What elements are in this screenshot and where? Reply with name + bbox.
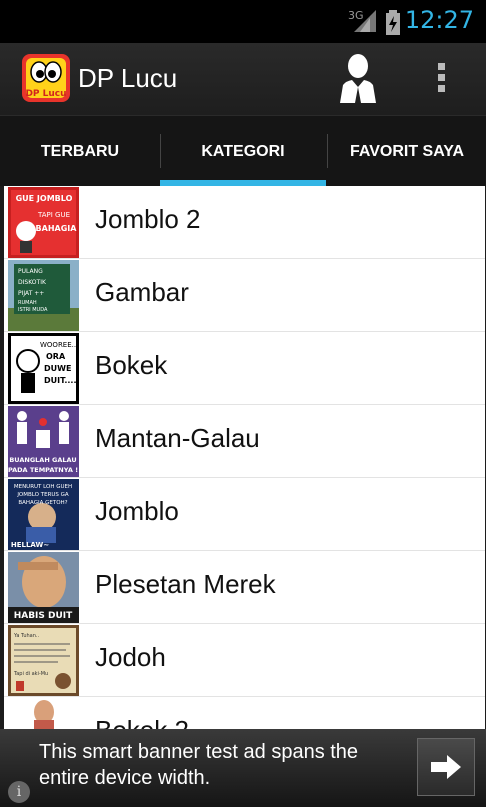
tab-terbaru[interactable]: TERBARU	[0, 116, 160, 187]
svg-text:PULANG: PULANG	[18, 268, 43, 275]
svg-text:GUE JOMBLO: GUE JOMBLO	[16, 194, 73, 203]
svg-text:BAHAGIA: BAHAGIA	[36, 224, 78, 233]
list-item[interactable]: PULANG DISKOTIK PIJAT ++ RUMAH ISTRI MUD…	[4, 259, 485, 332]
list-item[interactable]: WOOREE.... ORA DUWE DUIT.... Bokek	[4, 332, 485, 405]
svg-text:JOMBLO TERUS GA: JOMBLO TERUS GA	[16, 492, 69, 498]
svg-text:HABIS DUIT: HABIS DUIT	[14, 611, 73, 621]
svg-text:BUANGLAH GALAU: BUANGLAH GALAU	[9, 456, 76, 464]
category-label: Bokek	[95, 350, 168, 380]
category-label: Mantan-Galau	[95, 423, 260, 453]
category-label: Jodoh	[95, 642, 166, 672]
svg-text:Ya Tuhan..: Ya Tuhan..	[13, 633, 39, 639]
category-thumbnail: PULANG DISKOTIK PIJAT ++ RUMAH ISTRI MUD…	[8, 260, 79, 331]
svg-text:DISKOTIK: DISKOTIK	[18, 279, 47, 286]
category-thumbnail: BUANGLAH GALAU PADA TEMPATNYA !	[8, 406, 79, 477]
category-list[interactable]: GUE JOMBLO TAPI GUE BAHAGIA Jomblo 2 PUL…	[4, 186, 485, 729]
overflow-menu-icon[interactable]	[428, 63, 454, 97]
svg-text:Tapi di aki-Mu: Tapi di aki-Mu	[13, 671, 48, 677]
category-thumbnail: Ya Tuhan.. Tapi di aki-Mu	[8, 625, 79, 696]
status-clock: 12:27	[404, 6, 474, 34]
svg-text:DUWE: DUWE	[44, 364, 71, 373]
list-item[interactable]: HABIS DUIT Plesetan Merek	[4, 551, 485, 624]
svg-text:3G: 3G	[348, 9, 364, 22]
svg-text:WOOREE....: WOOREE....	[40, 341, 79, 349]
category-thumbnail	[8, 698, 79, 729]
tab-label: FAVORIT SAYA	[349, 142, 465, 160]
list-item[interactable]: MENURUT LOH GUEH JOMBLO TERUS GA BAHAGIA…	[4, 478, 485, 551]
category-label: Jomblo	[95, 496, 179, 526]
list-item[interactable]: BUANGLAH GALAU PADA TEMPATNYA ! Mantan-G…	[4, 405, 485, 478]
svg-text:DP Lucu: DP Lucu	[25, 89, 66, 99]
category-label: Bokek 2	[95, 715, 189, 729]
category-label: Jomblo 2	[95, 204, 201, 234]
category-label: Plesetan Merek	[95, 569, 276, 599]
category-thumbnail: HABIS DUIT	[8, 552, 79, 623]
svg-text:TAPI GUE: TAPI GUE	[37, 211, 70, 219]
app-logo-icon[interactable]: DP Lucu	[22, 54, 70, 102]
ad-banner[interactable]: This smart banner test ad spans the enti…	[0, 729, 486, 807]
person-icon[interactable]	[338, 53, 378, 103]
category-thumbnail: WOOREE.... ORA DUWE DUIT....	[8, 333, 79, 404]
action-bar: DP Lucu DP Lucu	[0, 43, 486, 115]
tab-kategori[interactable]: KATEGORI	[160, 116, 326, 187]
svg-text:ISTRI MUDA: ISTRI MUDA	[18, 307, 48, 313]
category-thumbnail: MENURUT LOH GUEH JOMBLO TERUS GA BAHAGIA…	[8, 479, 79, 550]
status-bar: 3G 12:27	[0, 0, 486, 43]
app-title: DP Lucu	[78, 63, 178, 93]
svg-text:PIJAT ++: PIJAT ++	[18, 290, 44, 297]
ad-arrow-button[interactable]	[417, 738, 475, 796]
ad-text: This smart banner test ad spans the enti…	[39, 741, 359, 789]
list-item[interactable]: GUE JOMBLO TAPI GUE BAHAGIA Jomblo 2	[4, 186, 485, 259]
info-icon[interactable]: i	[8, 781, 30, 803]
svg-text:ORA: ORA	[46, 352, 66, 361]
list-item[interactable]: Ya Tuhan.. Tapi di aki-Mu Jodoh	[4, 624, 485, 697]
svg-text:RUMAH: RUMAH	[18, 300, 37, 306]
tab-favorit-saya[interactable]: FAVORIT SAYA	[328, 116, 486, 187]
svg-text:HELLAW~: HELLAW~	[11, 541, 49, 549]
signal-icon: 3G	[348, 9, 376, 32]
tab-label: TERBARU	[40, 142, 120, 160]
svg-text:BAHAGIA GETOH?: BAHAGIA GETOH?	[18, 500, 67, 506]
svg-text:DUIT....: DUIT....	[44, 376, 77, 385]
list-item[interactable]: Bokek 2	[4, 697, 485, 729]
tab-bar: TERBARU KATEGORI FAVORIT SAYA	[0, 115, 486, 187]
svg-text:MENURUT LOH GUEH: MENURUT LOH GUEH	[14, 484, 72, 490]
category-label: Gambar	[95, 277, 189, 307]
tab-label: KATEGORI	[201, 142, 285, 160]
battery-icon	[386, 10, 400, 35]
svg-text:PADA TEMPATNYA !: PADA TEMPATNYA !	[8, 466, 78, 474]
arrow-right-icon	[431, 755, 461, 779]
category-thumbnail: GUE JOMBLO TAPI GUE BAHAGIA	[8, 187, 79, 258]
